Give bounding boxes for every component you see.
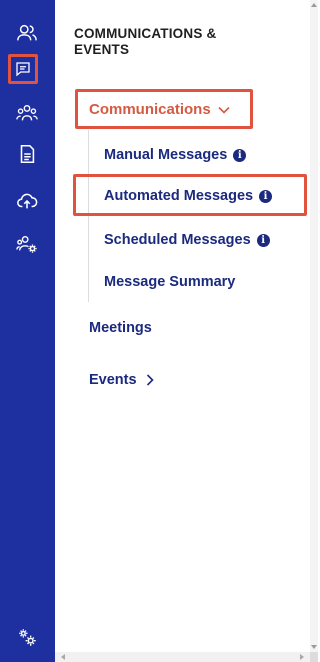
icon-rail bbox=[0, 0, 55, 662]
message-summary-label: Message Summary bbox=[104, 274, 236, 290]
group-settings-icon[interactable] bbox=[12, 229, 42, 259]
info-icon[interactable]: i bbox=[259, 189, 273, 203]
nav-item-communications[interactable]: Communications bbox=[89, 101, 231, 118]
nav-item-automated-messages[interactable]: Automated Messages i bbox=[104, 188, 273, 204]
chat-icon[interactable] bbox=[8, 54, 38, 84]
automated-messages-label: Automated Messages bbox=[104, 188, 254, 204]
document-icon[interactable] bbox=[12, 139, 42, 169]
cloud-upload-icon[interactable] bbox=[12, 186, 42, 216]
meetings-label: Meetings bbox=[89, 320, 152, 336]
nav-item-scheduled-messages[interactable]: Scheduled Messages i bbox=[104, 232, 270, 248]
scroll-left-arrow-icon[interactable] bbox=[61, 654, 65, 660]
submenu-divider bbox=[88, 130, 89, 302]
chevron-down-icon bbox=[218, 106, 230, 114]
nav-item-events[interactable]: Events bbox=[89, 372, 157, 388]
info-icon[interactable]: i bbox=[233, 148, 247, 162]
scroll-right-arrow-icon[interactable] bbox=[300, 654, 304, 660]
scrollbar-corner bbox=[310, 652, 318, 662]
scroll-down-arrow-icon[interactable] bbox=[311, 645, 317, 649]
vertical-scrollbar[interactable] bbox=[310, 0, 318, 652]
nav-panel: COMMUNICATIONS & EVENTS Communications M… bbox=[55, 0, 310, 652]
settings-icon[interactable] bbox=[12, 622, 42, 652]
events-label: Events bbox=[89, 372, 137, 388]
horizontal-scrollbar[interactable] bbox=[55, 652, 310, 662]
manual-messages-label: Manual Messages bbox=[104, 147, 228, 163]
nav-item-manual-messages[interactable]: Manual Messages i bbox=[104, 147, 247, 163]
scroll-up-arrow-icon[interactable] bbox=[311, 3, 317, 7]
scheduled-messages-label: Scheduled Messages bbox=[104, 232, 251, 248]
people-icon[interactable] bbox=[12, 18, 42, 48]
chevron-right-icon bbox=[146, 374, 154, 386]
info-icon[interactable]: i bbox=[256, 233, 270, 247]
nav-item-message-summary[interactable]: Message Summary bbox=[104, 274, 235, 290]
communications-label: Communications bbox=[89, 101, 211, 118]
nav-item-meetings[interactable]: Meetings bbox=[89, 320, 152, 336]
groups-icon[interactable] bbox=[12, 98, 42, 128]
panel-heading: COMMUNICATIONS & EVENTS bbox=[74, 26, 217, 57]
